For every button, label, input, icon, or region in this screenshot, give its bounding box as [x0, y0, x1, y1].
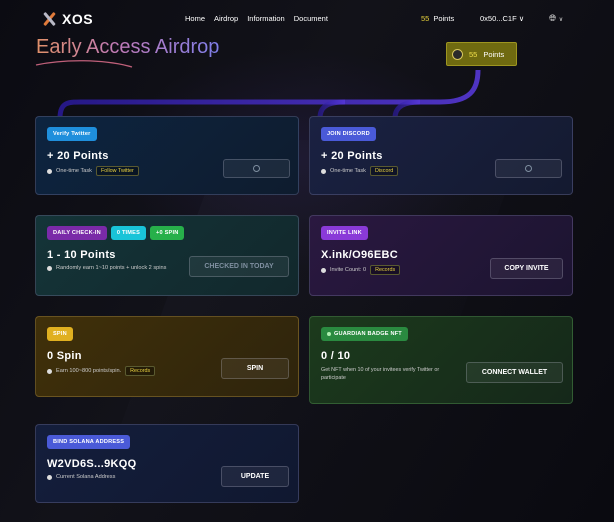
points-badge-label: Points [483, 49, 505, 59]
verify-twitter-tag: Verify Twitter [47, 127, 97, 141]
join-discord-tag: JOIN DISCORD [321, 127, 376, 141]
header-points-label: Points [433, 14, 455, 23]
guardian-badge-card: GUARDIAN BADGE NFT 0 / 10 Get NFT when 1… [309, 316, 573, 404]
info-icon [321, 168, 326, 174]
checked-in-today-button[interactable]: CHECKED IN TODAY [189, 256, 289, 277]
lock-icon [253, 165, 260, 172]
discord-verify-button[interactable] [495, 159, 562, 178]
guardian-badge-tag: GUARDIAN BADGE NFT [321, 327, 408, 341]
nav-document[interactable]: Document [294, 14, 328, 23]
logo-text: XOS [62, 11, 94, 27]
top-navbar: XOS Home Airdrop Information Document 55… [0, 0, 614, 38]
lock-icon [525, 165, 532, 172]
main-nav: Home Airdrop Information Document [185, 14, 328, 23]
points-badge-value: 55 [469, 49, 478, 59]
checkin-times-tag: 0 TIMES [110, 226, 147, 240]
spin-card: SPIN 0 Spin Earn 100~800 points/spin. Re… [35, 316, 299, 397]
twitter-task-label: One-time Task [56, 168, 92, 174]
language-selector[interactable]: 🌐︎ ∨ [549, 13, 563, 24]
follow-twitter-link[interactable]: Follow Twitter [95, 166, 139, 176]
logo[interactable]: XOS [42, 11, 93, 27]
info-icon [47, 368, 52, 374]
daily-checkin-tag: DAILY CHECK-IN [47, 226, 107, 240]
info-icon [47, 265, 52, 271]
checkin-spin-tag: +0 SPIN [150, 226, 185, 240]
verify-twitter-card: Verify Twitter + 20 Points One-time Task… [35, 116, 299, 195]
invite-records-link[interactable]: Records [370, 265, 401, 275]
page-title: Early Access Airdrop [36, 36, 220, 58]
spin-tag: SPIN [47, 327, 73, 341]
coin-icon [452, 48, 463, 60]
info-icon [47, 168, 52, 174]
bind-solana-card: BIND SOLANA ADDRESS W2VD6S...9KQQ Curren… [35, 424, 299, 503]
update-solana-button[interactable]: UPDATE [221, 466, 289, 487]
nav-home[interactable]: Home [185, 14, 205, 23]
status-dot-icon [327, 332, 331, 336]
info-icon [47, 474, 52, 480]
join-discord-card: JOIN DISCORD + 20 Points One-time Task D… [309, 116, 573, 195]
nav-information[interactable]: Information [247, 14, 285, 23]
invite-link-tag: INVITE LINK [321, 226, 368, 240]
globe-icon: 🌐︎ [549, 13, 557, 23]
discord-task-label: One-time Task [330, 168, 366, 174]
header-points: 55 Points [421, 14, 454, 23]
chevron-down-icon: ∨ [518, 14, 525, 23]
spin-records-link[interactable]: Records [125, 366, 156, 376]
solana-address-label: Current Solana Address [56, 474, 116, 480]
discord-link[interactable]: Discord [369, 166, 399, 176]
bind-solana-tag: BIND SOLANA ADDRESS [47, 435, 131, 449]
wallet-address-dropdown[interactable]: 0x50...C1F ∨ [480, 14, 524, 23]
daily-checkin-card: DAILY CHECK-IN 0 TIMES +0 SPIN 1 - 10 Po… [35, 215, 299, 296]
invite-link-card: INVITE LINK X.ink/O96EBC Invite Count: 0… [309, 215, 573, 296]
copy-invite-button[interactable]: COPY INVITE [490, 258, 563, 279]
invite-count: Invite Count: 0 [330, 267, 367, 273]
connect-wallet-button[interactable]: CONNECT WALLET [466, 362, 563, 383]
wallet-address: 0x50...C1F [480, 14, 517, 23]
xos-logo-icon [42, 12, 56, 26]
title-underline-decoration [35, 60, 133, 68]
spin-description: Earn 100~800 points/spin. [56, 368, 122, 374]
guardian-description: Get NFT when 10 of your invitees verify … [321, 367, 440, 381]
spin-button[interactable]: SPIN [221, 358, 289, 379]
nav-airdrop[interactable]: Airdrop [214, 14, 238, 23]
checkin-description: Randomly earn 1~10 points + unlock 2 spi… [56, 265, 167, 271]
twitter-verify-button[interactable] [223, 159, 290, 178]
guardian-progress-value: 0 / 10 [321, 350, 351, 362]
points-badge: 55 Points [446, 42, 517, 66]
header-points-value: 55 [421, 14, 430, 23]
chevron-down-icon: ∨ [558, 17, 564, 23]
info-icon [321, 267, 326, 273]
guardian-badge-tag-label: GUARDIAN BADGE NFT [334, 331, 402, 337]
